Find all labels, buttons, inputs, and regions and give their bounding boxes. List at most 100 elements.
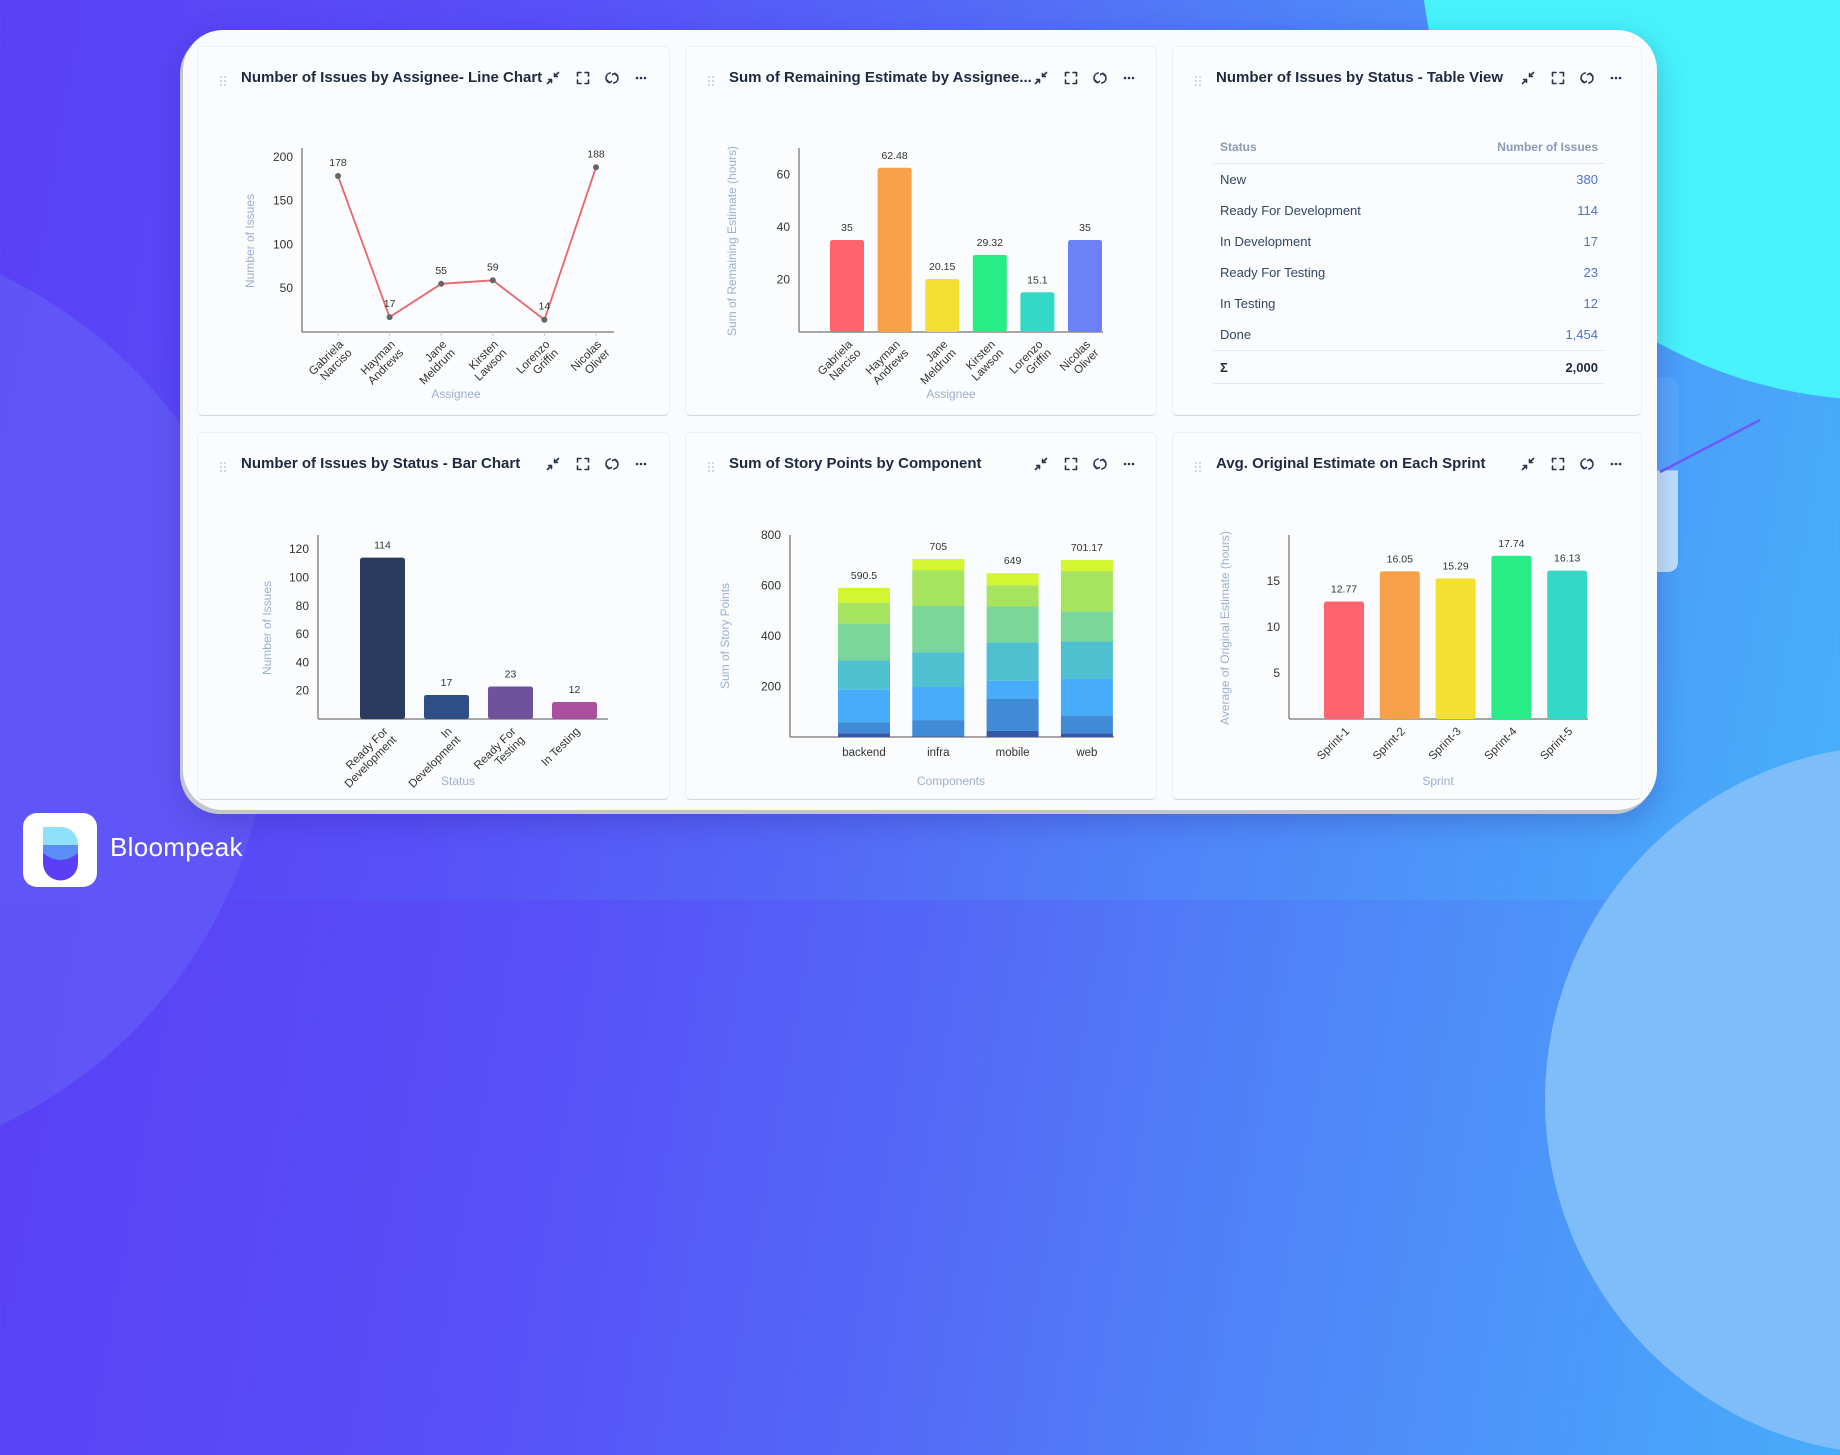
table-row: Ready For Development 114 <box>1213 195 1604 226</box>
x-tick-label: infra <box>927 747 950 759</box>
x-tick-label-line: Sprint-1 <box>1315 726 1352 763</box>
x-tick-label: mobile <box>996 747 1030 759</box>
bar <box>830 240 864 332</box>
x-tick-label: JaneMeldrum <box>910 339 959 388</box>
bar-chart: 5 10 15 Average of Original Estimate (hours… <box>1218 531 1588 788</box>
data-label: 14 <box>539 301 551 313</box>
line-chart: 50 100 150 200 Number of Issues Assignee Gabri… <box>243 148 614 401</box>
y-tick-label: 100 <box>289 570 309 584</box>
fullscreen-icon[interactable] <box>1551 71 1565 85</box>
bar <box>1379 571 1420 719</box>
column-header-number-of-issues[interactable]: Number of Issues <box>1437 131 1604 164</box>
count-cell[interactable]: 12 <box>1438 288 1604 319</box>
sum-symbol: Σ <box>1213 350 1438 384</box>
bar-segment <box>1060 715 1113 734</box>
table-row: Ready For Testing 23 <box>1213 257 1604 288</box>
refresh-icon[interactable] <box>1580 71 1594 85</box>
x-axis-title: Assignee <box>431 387 481 401</box>
y-axis-title: Sum of Story Points <box>718 583 732 689</box>
bar-segment <box>912 652 965 688</box>
bar-segment <box>1060 559 1113 572</box>
bar-segment <box>912 605 965 653</box>
y-tick-label: 5 <box>1273 666 1280 680</box>
table-row: New 380 <box>1213 164 1604 196</box>
widget-issues-by-assignee-line: Number of Issues by Assignee- Line Chart… <box>197 46 670 416</box>
y-tick-label: 150 <box>273 194 293 208</box>
data-label: 23 <box>505 668 517 680</box>
x-tick-label: NicolasOliver <box>569 338 613 382</box>
count-cell[interactable]: 1,454 <box>1438 319 1604 351</box>
count-cell[interactable]: 23 <box>1438 257 1604 288</box>
column-header-status[interactable]: Status <box>1213 131 1438 164</box>
x-tick-label: GabrielaNarciso <box>307 338 355 386</box>
x-tick-label: HaymanAndrews <box>863 338 912 387</box>
collapse-icon[interactable] <box>1521 71 1535 85</box>
data-label: 15.29 <box>1442 560 1468 572</box>
data-label: 20.15 <box>929 261 955 273</box>
x-axis-title: Status <box>441 774 475 788</box>
x-tick-label: Sprint-3 <box>1427 726 1464 763</box>
y-axis-title: Sum of Remaining Estimate (hours) <box>725 146 739 336</box>
bar-segment <box>912 720 965 737</box>
bar-segment <box>838 660 890 690</box>
more-options-icon[interactable] <box>1609 71 1623 85</box>
data-label: 17 <box>384 298 396 310</box>
status-cell: Done <box>1220 327 1252 342</box>
data-label: 12.77 <box>1331 584 1357 596</box>
x-tick-label: In Testing <box>539 726 582 769</box>
y-tick-label: 200 <box>273 150 293 164</box>
widget-story-points-by-component: Sum of Story Points by Component 200 400 6… <box>685 432 1157 800</box>
bar-segment <box>912 570 965 606</box>
table-total-row: Σ 2,000 <box>1213 350 1604 384</box>
bar-segment <box>1060 611 1113 642</box>
count-cell[interactable]: 380 <box>1438 164 1604 196</box>
count-cell[interactable]: 17 <box>1438 226 1604 257</box>
x-tick-label-line: Sprint-2 <box>1371 726 1408 763</box>
data-label: 35 <box>841 222 853 234</box>
x-axis-title: Assignee <box>926 387 976 401</box>
y-tick-label: 200 <box>761 680 781 694</box>
widget-issues-by-status-bar: Number of Issues by Status - Bar Chart 2… <box>197 432 670 800</box>
status-cell: In Testing <box>1220 296 1276 311</box>
status-cell: New <box>1220 172 1247 187</box>
bar-segment <box>986 680 1039 699</box>
table-header-row: Status Number of Issues <box>1213 131 1604 164</box>
table-row: Done 1,454 <box>1213 319 1604 351</box>
count-cell[interactable]: 114 <box>1438 195 1604 226</box>
widget-issues-by-status-table: Number of Issues by Status - Table View … <box>1172 46 1642 416</box>
y-axis-title: Number of Issues <box>260 581 274 675</box>
y-tick-label: 60 <box>296 627 310 641</box>
x-tick-label: Sprint-4 <box>1483 725 1520 762</box>
bar-segment <box>1060 733 1113 737</box>
table-row: In Testing 12 <box>1213 288 1604 319</box>
bar-segment <box>838 623 890 661</box>
data-label: 701.17 <box>1071 542 1103 554</box>
x-axis-title: Sprint <box>1422 774 1454 788</box>
data-label: 705 <box>930 541 948 553</box>
bar <box>877 167 912 332</box>
bar-segment <box>986 585 1039 607</box>
x-tick-label: LorenzoGriffin <box>1008 339 1054 385</box>
data-label: 55 <box>435 265 447 277</box>
bar-segment <box>838 722 890 734</box>
data-label: 188 <box>587 148 605 160</box>
x-tick-label: Sprint-2 <box>1371 726 1408 763</box>
background-shape <box>1545 745 1840 1455</box>
bar-segment <box>1060 678 1113 716</box>
bar <box>360 557 405 719</box>
y-tick-label: 20 <box>777 272 791 286</box>
stacked-bar-chart: 200 400 600 800 Sum of Story Points Component… <box>718 528 1114 788</box>
bar <box>1324 601 1364 719</box>
status-cell: In Development <box>1220 234 1312 249</box>
drag-handle-icon[interactable] <box>1195 73 1201 86</box>
bar-segment <box>912 687 965 721</box>
status-cell: Ready For Development <box>1220 203 1361 218</box>
data-label: 178 <box>329 157 347 169</box>
data-point <box>386 314 393 321</box>
data-label: 649 <box>1004 555 1022 567</box>
bar <box>1435 578 1476 719</box>
bar-segment <box>986 606 1039 643</box>
data-label: 17.74 <box>1498 538 1524 550</box>
y-tick-label: 80 <box>296 599 310 613</box>
data-point <box>335 173 341 180</box>
